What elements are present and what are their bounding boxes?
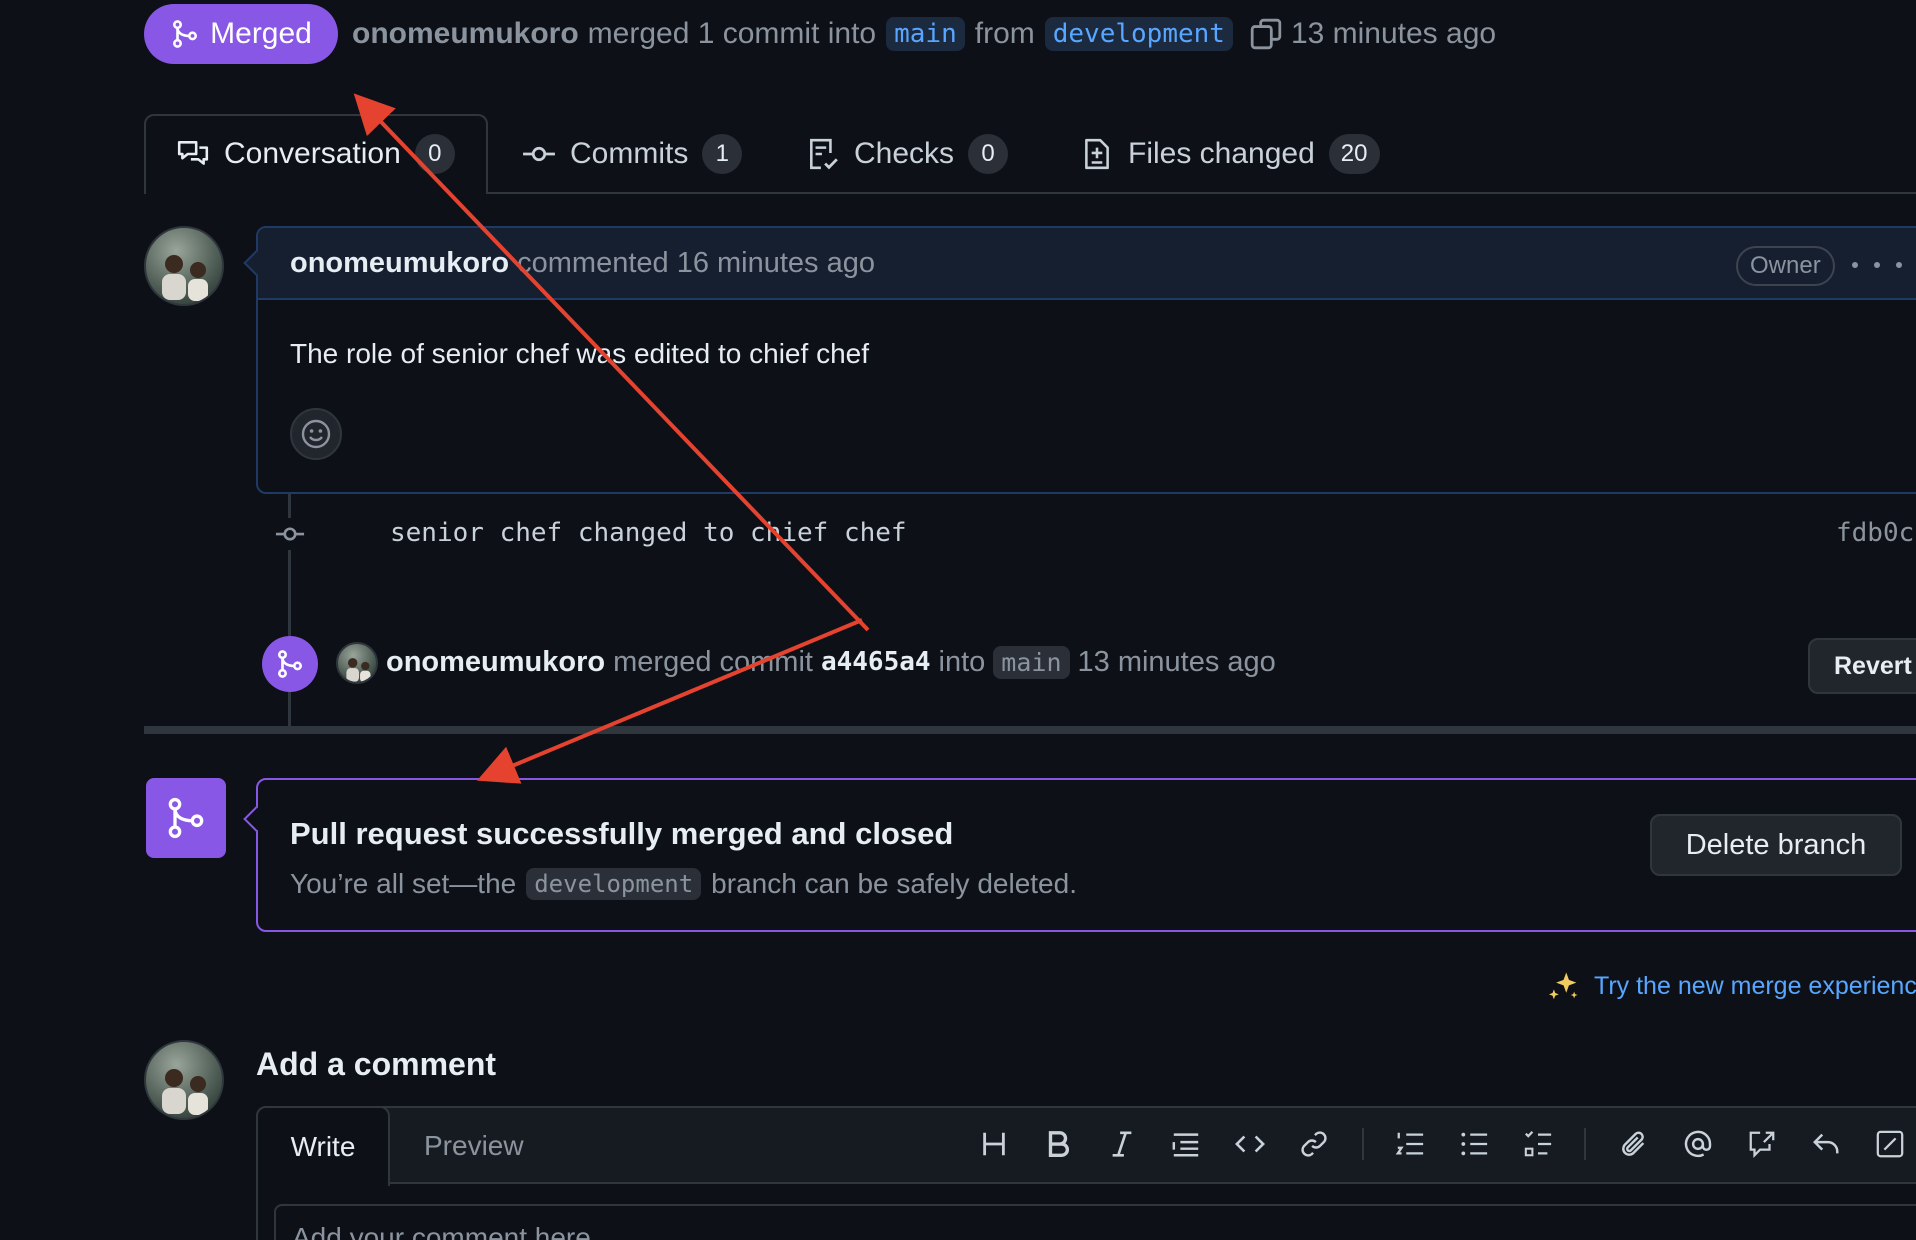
annotation-arrow-to-merged-badge [353,93,870,632]
annotation-arrows [353,93,870,784]
annotation-arrow-to-merged-box [476,618,863,784]
